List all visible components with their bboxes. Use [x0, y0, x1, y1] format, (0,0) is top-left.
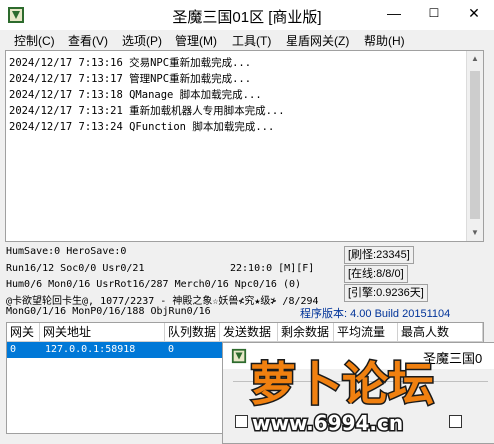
program-version: 程序版本: 4.00 Build 20151104	[300, 308, 451, 320]
server-time: 22:10:0 [M][F]	[230, 263, 315, 274]
save-status: HumSave:0 HeroSave:0	[6, 246, 127, 257]
col-queue[interactable]: 队列数据	[165, 323, 220, 341]
col-gateway-address[interactable]: 网关地址	[40, 323, 165, 341]
cell-queue: 0	[168, 344, 175, 355]
log-line: 2024/12/17 7:13:21 重新加载机器人专用脚本完成...	[9, 105, 285, 117]
title-bar: 圣魔三国01区 [商业版] — ☐ ✕	[0, 0, 494, 31]
engine-uptime: [引擎:0.9236天]	[344, 284, 428, 302]
watermark-title: 萝卜论坛	[250, 357, 434, 411]
menu-help[interactable]: 帮助(H)	[364, 32, 405, 49]
maximize-button[interactable]: ☐	[414, 0, 454, 29]
menu-tools[interactable]: 工具(T)	[232, 32, 271, 49]
log-panel[interactable]: 2024/12/17 7:13:16 交易NPC重新加载完成... 2024/1…	[5, 50, 484, 242]
col-max-users[interactable]: 最高人数	[398, 323, 483, 341]
log-line: 2024/12/17 7:13:18 QManage 脚本加载完成...	[9, 89, 262, 101]
col-average-traffic[interactable]: 平均流量	[334, 323, 398, 341]
scroll-up-icon[interactable]: ▲	[467, 51, 483, 67]
col-gateway[interactable]: 网关	[7, 323, 40, 341]
log-line: 2024/12/17 7:13:24 QFunction 脚本加载完成...	[9, 121, 275, 133]
menu-bar: 控制(C) 查看(V) 选项(P) 管理(M) 工具(T) 星盾网关(Z) 帮助…	[0, 30, 494, 50]
menu-view[interactable]: 查看(V)	[68, 32, 108, 49]
cell-address: 127.0.0.1:58918	[45, 344, 136, 355]
menu-manage[interactable]: 管理(M)	[175, 32, 217, 49]
watermark-url: www.6994.cn	[252, 411, 403, 435]
log-scrollbar[interactable]: ▲ ▼	[466, 51, 483, 241]
map-status: @卡欲望轮回卡生@, 1077/2237 - 神殿之象☆妖兽≮究★级≯ /8/2…	[6, 296, 319, 307]
scroll-down-icon[interactable]: ▼	[467, 225, 483, 241]
menu-options[interactable]: 选项(P)	[122, 32, 162, 49]
run-status: Run16/12 Soc0/0 Usr0/21	[6, 263, 145, 274]
log-line: 2024/12/17 7:13:16 交易NPC重新加载完成...	[9, 57, 252, 69]
log-line: 2024/12/17 7:13:17 管理NPC重新加载完成...	[9, 73, 252, 85]
scroll-thumb[interactable]	[470, 71, 480, 219]
menu-gateway[interactable]: 星盾网关(Z)	[286, 32, 349, 49]
col-remaining[interactable]: 剩余数据	[278, 323, 334, 341]
mon-status: MonG0/1/16 MonP0/16/188 ObjRun0/16	[6, 306, 211, 317]
close-button[interactable]: ✕	[454, 0, 494, 29]
col-sent[interactable]: 发送数据	[220, 323, 278, 341]
minimize-button[interactable]: —	[374, 0, 414, 29]
menu-control[interactable]: 控制(C)	[14, 32, 55, 49]
cell-gateway: 0	[10, 344, 17, 355]
table-header: 网关 网关地址 队列数据 发送数据 剩余数据 平均流量 最高人数	[7, 323, 483, 342]
hum-status: Hum0/6 Mon0/16 UsrRot16/287 Merch0/16 Np…	[6, 279, 302, 290]
online-counter: [在线:8/8/0]	[344, 265, 408, 283]
refresh-counter: [刷怪:23345]	[344, 246, 414, 264]
watermark-logo: 萝卜论坛 www.6994.cn	[249, 356, 436, 437]
